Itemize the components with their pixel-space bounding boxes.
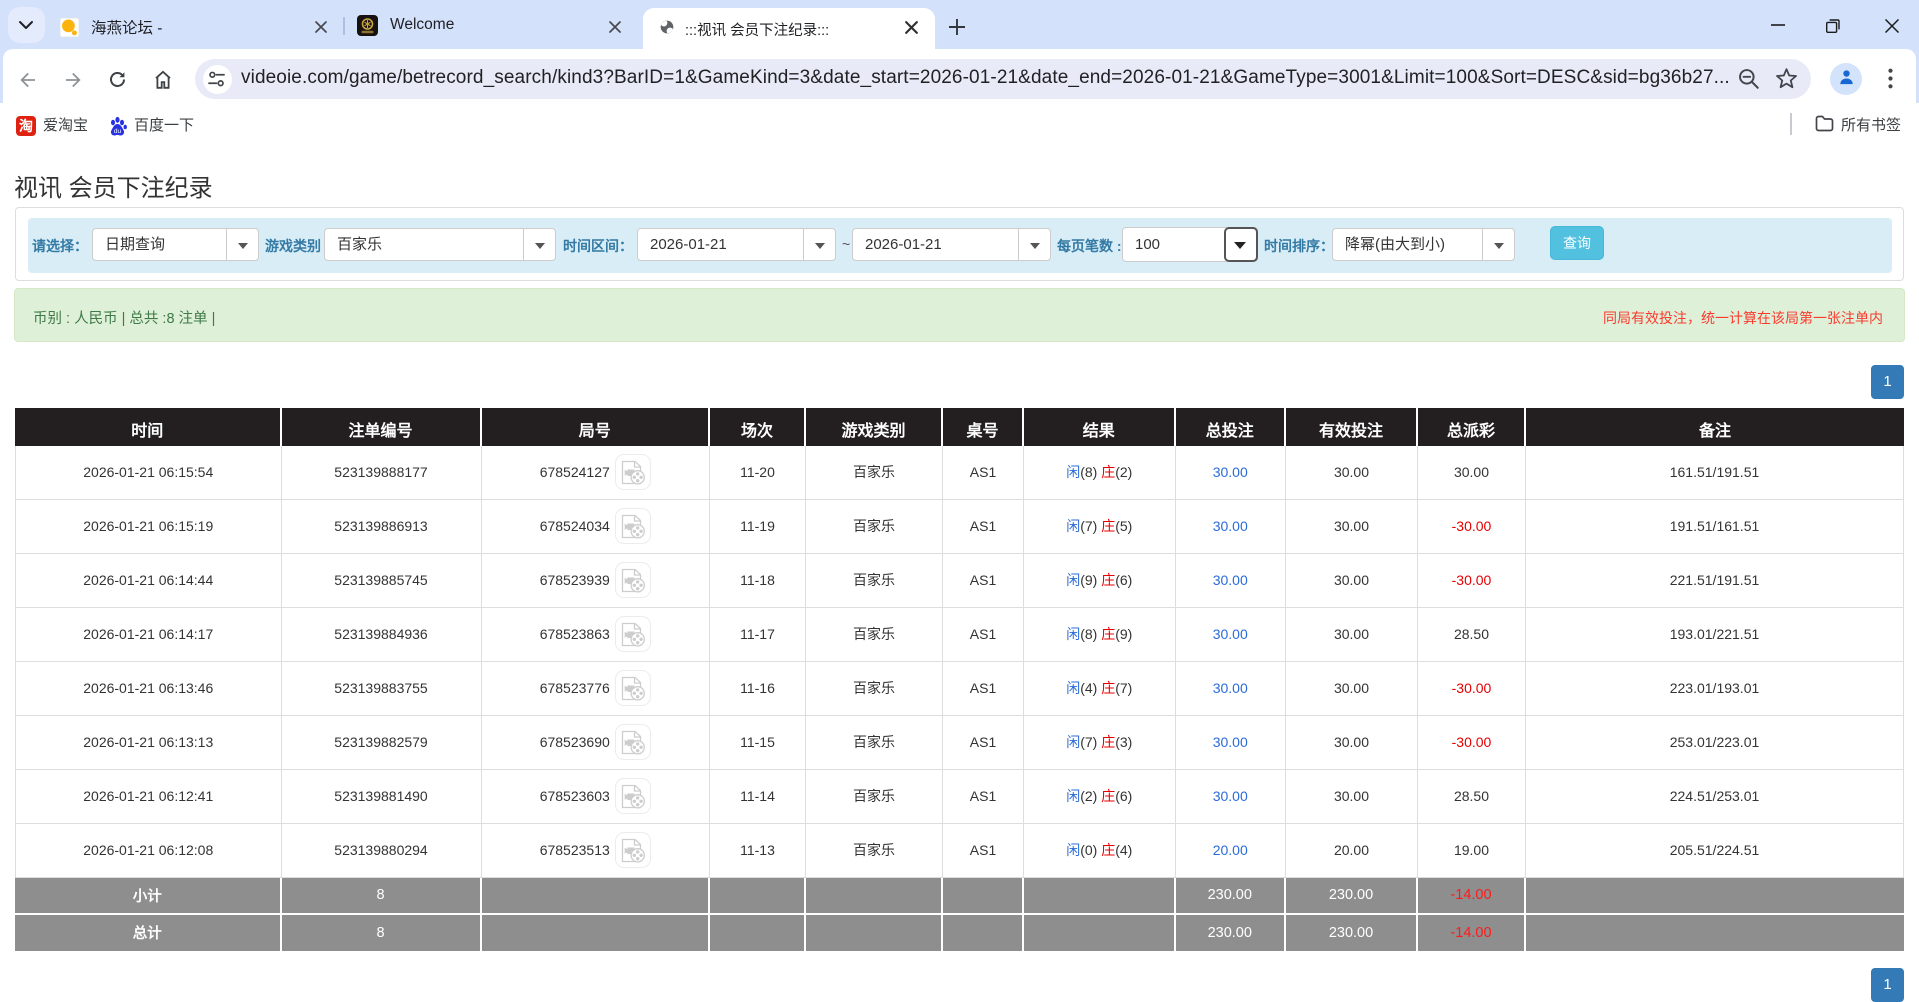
svg-text:du: du [114,128,122,135]
